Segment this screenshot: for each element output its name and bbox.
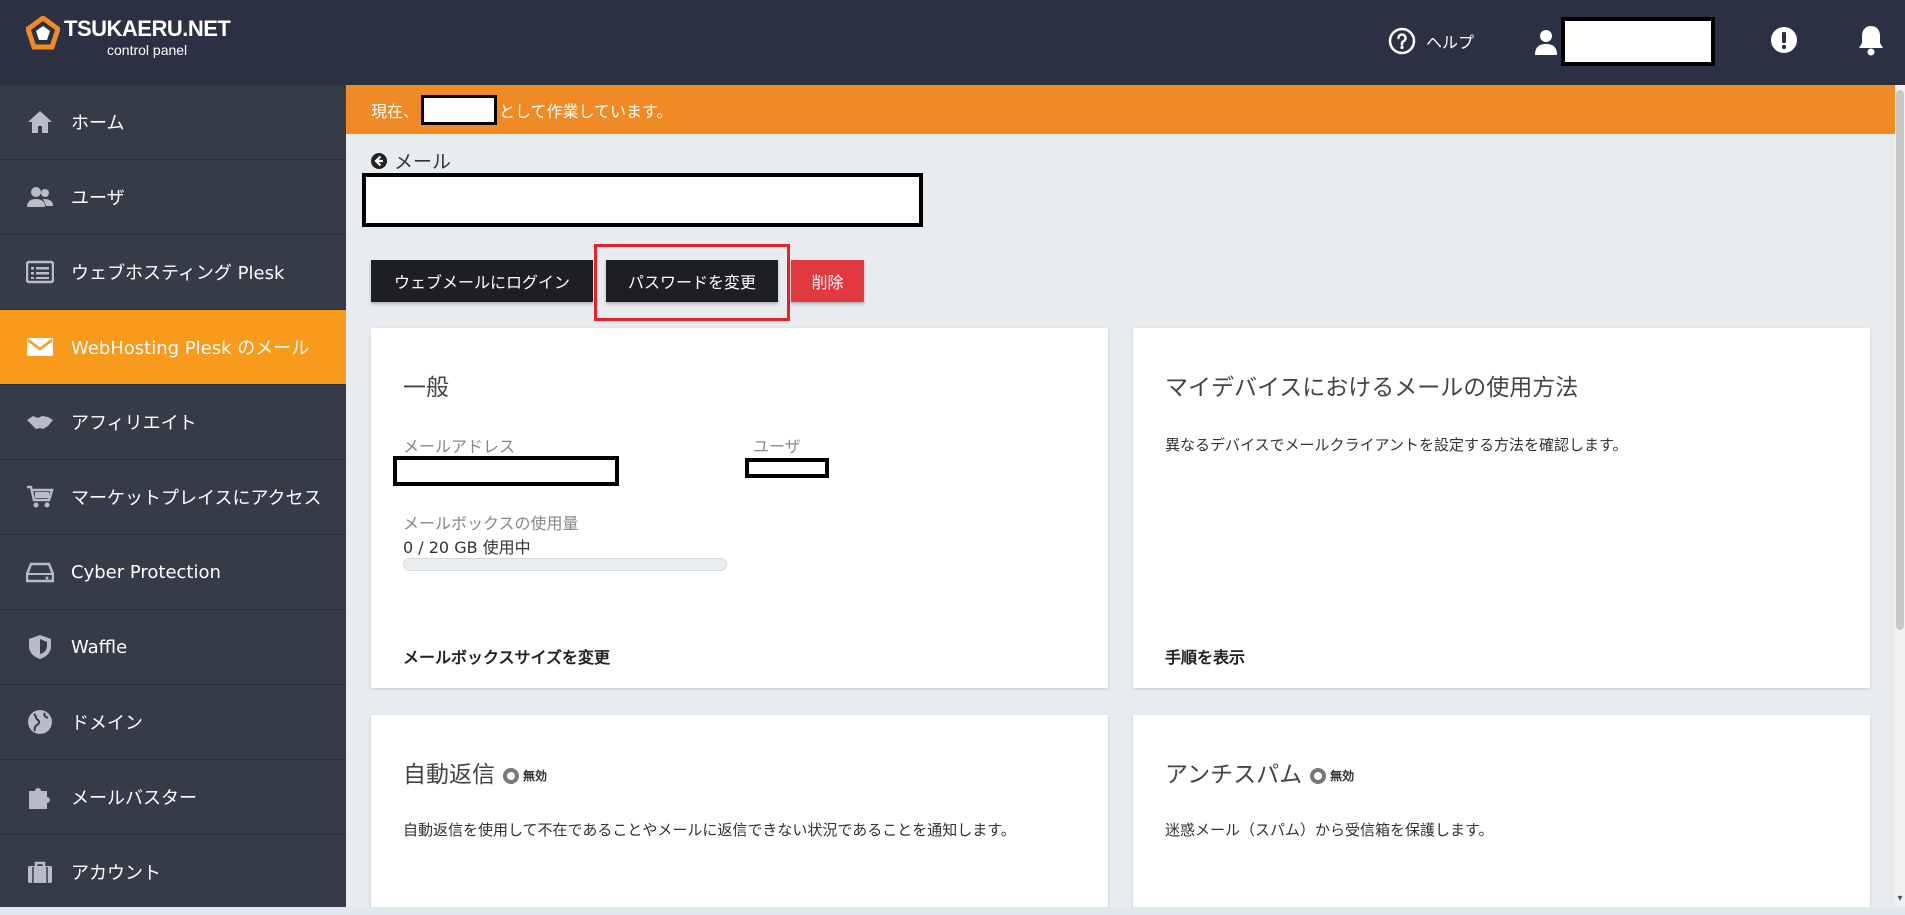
sidebar-item-mail[interactable]: WebHosting Plesk のメール: [0, 310, 346, 385]
autoreply-card: 自動返信 無効 自動返信を使用して不在であることやメールに返信できない状況であるこ…: [371, 715, 1108, 915]
banner-suffix: として作業しています。: [499, 101, 673, 121]
working-as-banner: 現在、 として作業しています。: [346, 85, 1905, 134]
sidebar-item-label: WebHosting Plesk のメール: [71, 338, 310, 359]
arrow-left-circle-icon: [371, 152, 387, 169]
page-title-redacted: [362, 173, 923, 227]
help-button[interactable]: ヘルプ: [1388, 26, 1474, 56]
webmail-login-button[interactable]: ウェブメールにログイン: [371, 260, 593, 302]
sidebar-item-label: ユーザ: [71, 188, 125, 209]
user-name-redacted[interactable]: [1561, 17, 1715, 66]
sidebar-item-label: メールバスター: [71, 788, 197, 809]
scroll-down-arrow-icon[interactable]: ▾: [1894, 893, 1905, 905]
sidebar-item-waffle[interactable]: Waffle: [0, 610, 346, 685]
scrollbar-thumb[interactable]: [1896, 90, 1904, 630]
sidebar-item-domain[interactable]: ドメイン: [0, 685, 346, 760]
device-usage-card: マイデバイスにおけるメールの使用方法 異なるデバイスでメールクライアントを設定す…: [1133, 328, 1870, 688]
sidebar-item-label: アカウント: [71, 863, 161, 884]
back-label: メール: [394, 151, 452, 173]
sidebar-item-webhosting[interactable]: ウェブホスティング Plesk: [0, 235, 346, 310]
alert-icon[interactable]: [1770, 26, 1798, 54]
autoreply-status: 無効: [503, 767, 547, 784]
top-bar: TSUKAERU.NET control panel ヘルプ: [0, 0, 1905, 85]
antispam-card-heading: アンチスパム 無効: [1165, 755, 1354, 789]
sidebar-item-marketplace[interactable]: マーケットプレイスにアクセス: [0, 460, 346, 535]
logo-title: TSUKAERU.NET: [64, 16, 231, 41]
mailbox-usage-value: 0 / 20 GB 使用中: [403, 538, 531, 557]
sidebar-item-home[interactable]: ホーム: [0, 85, 346, 160]
status-disabled-icon: [503, 767, 519, 784]
sidebar-item-label: アフィリエイト: [71, 413, 197, 434]
change-mailbox-size-link[interactable]: メールボックスサイズを変更: [403, 644, 610, 668]
general-card-title: 一般: [403, 375, 449, 401]
user-icon[interactable]: [1534, 28, 1558, 56]
status-disabled-icon: [1310, 767, 1327, 784]
device-card-description: 異なるデバイスでメールクライアントを設定する方法を確認します。: [1165, 436, 1628, 454]
logo-subtitle: control panel: [107, 42, 188, 58]
handshake-icon: [25, 407, 55, 437]
bell-icon[interactable]: [1857, 24, 1885, 56]
show-instructions-link[interactable]: 手順を表示: [1165, 644, 1245, 668]
home-icon: [25, 107, 55, 137]
sidebar-item-mailbuster[interactable]: メールバスター: [0, 760, 346, 835]
mailbox-usage-label: メールボックスの使用量: [403, 514, 579, 533]
drive-icon: [25, 557, 55, 587]
autoreply-card-description: 自動返信を使用して不在であることやメールに返信できない状況であることを通知します…: [403, 821, 1016, 839]
antispam-card-title: アンチスパム: [1165, 762, 1303, 788]
sidebar-item-account[interactable]: アカウント: [0, 835, 346, 910]
email-address-label: メールアドレス: [403, 437, 516, 456]
sidebar-item-label: ウェブホスティング Plesk: [71, 263, 285, 284]
bottom-strip: [0, 907, 1905, 915]
antispam-status: 無効: [1310, 767, 1354, 784]
sidebar-item-affiliate[interactable]: アフィリエイト: [0, 385, 346, 460]
logo[interactable]: TSUKAERU.NET control panel: [26, 16, 266, 64]
user-value-redacted: [745, 458, 829, 478]
server-list-icon: [25, 257, 55, 287]
email-address-redacted: [393, 456, 619, 486]
help-label: ヘルプ: [1426, 33, 1475, 52]
sidebar-item-label: ドメイン: [71, 713, 143, 734]
antispam-card-description: 迷惑メール（スパム）から受信箱を保護します。: [1165, 821, 1494, 839]
delete-button[interactable]: 削除: [791, 260, 864, 302]
general-card: 一般 メールアドレス ユーザ メールボックスの使用量 0 / 20 GB 使用中…: [371, 328, 1108, 688]
users-icon: [25, 182, 55, 212]
banner-prefix: 現在、: [371, 101, 420, 121]
help-circle-icon: [1388, 27, 1416, 55]
sidebar-item-label: マーケットプレイスにアクセス: [71, 488, 322, 509]
puzzle-icon: [25, 782, 55, 812]
globe-icon: [25, 707, 55, 737]
autoreply-card-heading: 自動返信 無効: [403, 755, 547, 789]
shield-icon: [25, 632, 55, 662]
autoreply-card-title: 自動返信: [403, 762, 495, 788]
sidebar: ホーム ユーザ ウェブホスティング Plesk WebHosting Plesk…: [0, 85, 346, 915]
device-card-title: マイデバイスにおけるメールの使用方法: [1165, 375, 1579, 401]
envelope-icon: [25, 332, 55, 362]
change-password-button[interactable]: パスワードを変更: [606, 260, 778, 302]
mailbox-usage-bar: [403, 558, 727, 571]
antispam-card: アンチスパム 無効 迷惑メール（スパム）から受信箱を保護します。: [1133, 715, 1870, 915]
sidebar-item-label: Waffle: [71, 636, 128, 658]
logo-pentagon-icon: [26, 16, 60, 50]
autoreply-status-label: 無効: [523, 769, 548, 783]
antispam-status-label: 無効: [1330, 769, 1355, 783]
sidebar-item-label: ホーム: [71, 113, 125, 134]
sidebar-item-label: Cyber Protection: [71, 561, 221, 583]
back-to-mail-link[interactable]: メール: [370, 147, 451, 174]
sidebar-item-cyber-protection[interactable]: Cyber Protection: [0, 535, 346, 610]
cart-icon: [25, 482, 55, 512]
sidebar-item-users[interactable]: ユーザ: [0, 160, 346, 235]
user-label: ユーザ: [753, 437, 801, 456]
banner-account-redacted: [421, 94, 498, 125]
briefcase-icon: [25, 857, 55, 887]
